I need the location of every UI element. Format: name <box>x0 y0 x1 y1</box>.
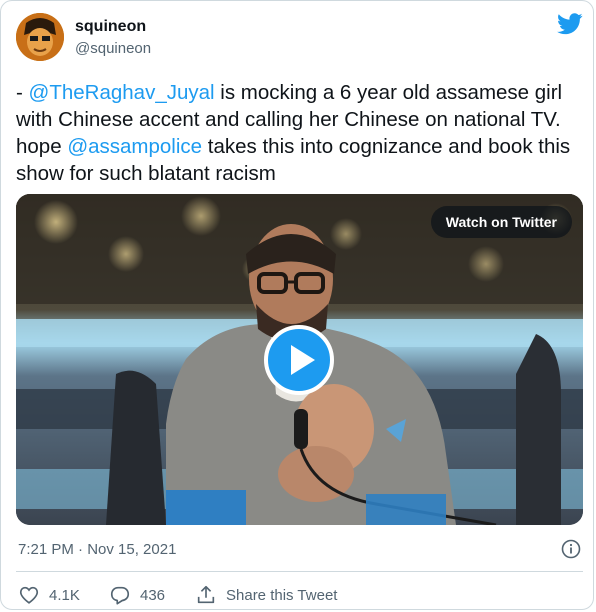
mention-raghav-juyal[interactable]: @TheRaghav_Juyal <box>29 81 215 104</box>
heart-icon <box>19 586 39 604</box>
avatar[interactable] <box>16 13 64 61</box>
divider <box>16 571 583 572</box>
tweet-text-prefix: - <box>16 81 29 104</box>
reply-action[interactable]: 436 <box>109 583 165 607</box>
share-label: Share this Tweet <box>226 586 338 604</box>
reply-icon <box>110 586 130 605</box>
share-icon <box>197 585 215 604</box>
tweet-text: - @TheRaghav_Juyal is mocking a 6 year o… <box>16 79 586 187</box>
display-name[interactable]: squineon <box>75 18 146 36</box>
info-icon[interactable] <box>561 539 581 559</box>
tweet-embed-card: squineon @squineon - @TheRaghav_Juyal is… <box>0 0 594 610</box>
video-thumbnail[interactable]: Watch on Twitter <box>16 194 583 525</box>
user-handle[interactable]: @squineon <box>75 40 151 57</box>
like-action[interactable]: 4.1K <box>18 583 80 607</box>
twitter-bird-icon[interactable] <box>557 13 583 35</box>
play-icon[interactable] <box>264 325 334 395</box>
watch-on-twitter-button[interactable]: Watch on Twitter <box>430 206 572 238</box>
reply-count: 436 <box>140 586 166 604</box>
mention-assam-police[interactable]: @assampolice <box>67 135 202 158</box>
share-action[interactable]: Share this Tweet <box>195 583 337 607</box>
like-count: 4.1K <box>49 586 80 604</box>
tweet-timestamp[interactable]: 7:21 PM · Nov 15, 2021 <box>18 541 176 558</box>
